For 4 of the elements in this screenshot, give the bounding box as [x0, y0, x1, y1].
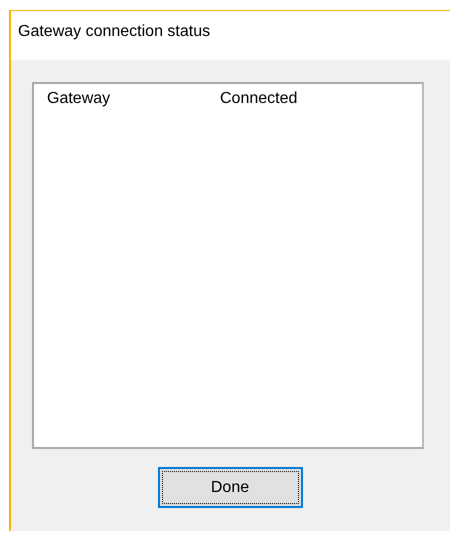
window-title: Gateway connection status: [18, 22, 210, 40]
gateway-name: Gateway: [47, 90, 112, 108]
done-button[interactable]: Done: [158, 467, 302, 508]
connection-status: Connected: [220, 90, 298, 108]
